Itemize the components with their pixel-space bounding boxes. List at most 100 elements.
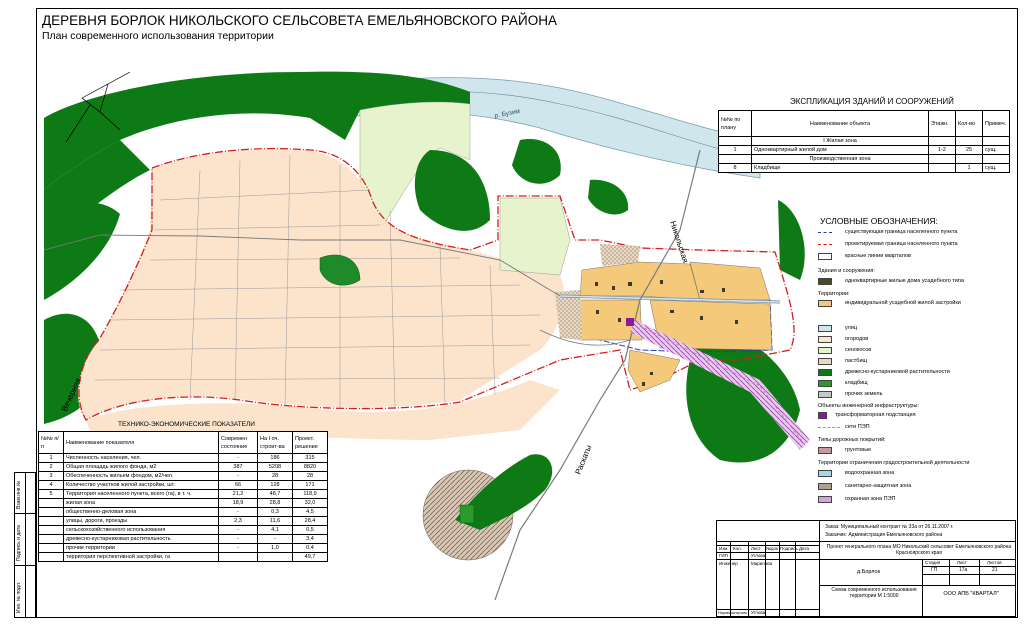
stamp-sheets: 21	[992, 567, 998, 573]
tech-header: Проект. решение	[292, 431, 328, 454]
stamp-engineer-name: Марипова	[751, 561, 773, 566]
stamp-sheet-header: Лист	[957, 560, 967, 565]
table-row: общественно-деловая зона -0,3 4,5	[38, 507, 328, 517]
side-stamp-label: Инв. № подл.	[16, 581, 22, 613]
legend-label: улиц	[845, 325, 858, 331]
tech-header: №№ п/п	[38, 431, 64, 454]
table-cell: 171	[292, 480, 328, 490]
legend-label: сети ПЭП	[845, 424, 870, 430]
table-cell: 1,0	[257, 543, 293, 553]
legend-heading: Объекты инженерной инфраструктуры:	[818, 403, 919, 409]
legend-swatch	[818, 391, 832, 398]
legend-swatch	[818, 278, 832, 285]
legend-heading: Типы дорожных покрытий:	[818, 437, 886, 443]
table-cell: 315	[292, 453, 328, 463]
table-cell	[38, 525, 64, 535]
table-cell	[38, 534, 64, 544]
legend-label: пастбищ	[845, 358, 868, 364]
table-cell: -	[257, 534, 293, 544]
table-row: 8 Кладбище 1 сущ.	[718, 163, 1010, 173]
stamp-head: Дата	[799, 546, 809, 551]
legend-heading: Здания и сооружения:	[818, 268, 875, 274]
legend-swatch	[818, 358, 832, 365]
legend-label: проектируемая граница населенного пункта	[845, 241, 958, 247]
legend-line-swatch	[818, 427, 840, 428]
legend-label: санитарно-защитная зона	[845, 483, 912, 489]
table-cell: 128	[257, 480, 293, 490]
legend-title: УСЛОВНЫЕ ОБОЗНАЧЕНИЯ:	[820, 216, 938, 226]
stamp-head: Подпись	[780, 546, 798, 551]
stamp-org: ООО АПБ "КВАРТАЛ"	[943, 591, 999, 597]
table-cell	[38, 516, 64, 526]
legend-label: огородов	[845, 336, 869, 342]
title-block: Заказ: Муниципальный контракт № 33а от 2…	[716, 520, 1016, 617]
cemetery	[459, 504, 475, 524]
tech-table: №№ п/п Наименование показателя Современ …	[38, 431, 328, 562]
table-cell: -	[218, 534, 258, 544]
legend-label: древесно-кустарниковой растительности	[845, 369, 950, 375]
stamp-stage: ГП	[931, 567, 938, 573]
legend-label: прочих земель	[845, 391, 883, 397]
explication-table: №№ по плану Наименование объекта Этажн. …	[718, 110, 1010, 173]
legend-swatch	[818, 369, 832, 376]
legend-label: грунтовые	[845, 447, 872, 453]
tech-header: Наименование показателя	[63, 431, 219, 454]
stamp-head: Кол.	[733, 546, 742, 551]
table-row: сельскохозяйственного использования -4,1 0…	[38, 525, 328, 535]
legend-swatch	[818, 496, 832, 503]
table-cell: -	[218, 453, 258, 463]
stamp-engineer: Инженер	[719, 561, 738, 566]
table-cell: 1	[38, 453, 64, 463]
table-cell: 387	[218, 462, 258, 472]
table-cell: Количество участков жилой застройки, шт.	[63, 480, 219, 490]
table-cell	[218, 552, 258, 562]
stamp-normcontrol: Нормоконтроль	[718, 610, 748, 615]
table-cell: 186	[257, 453, 293, 463]
legend-swatch	[818, 253, 832, 260]
table-cell: 21,2	[218, 489, 258, 499]
table-cell: Численность населения, чел.	[63, 453, 219, 463]
settlement-area	[78, 149, 564, 421]
table-cell: 48,7	[257, 489, 293, 499]
table-cell: 118,9	[292, 489, 328, 499]
street-label-raskaty: Раскаты	[574, 444, 594, 476]
explication-title: ЭКСПЛИКАЦИЯ ЗДАНИЙ И СООРУЖЕНИЙ	[790, 97, 954, 106]
tech-title: ТЕХНИКО-ЭКОНОМИЧЕСКИЕ ПОКАЗАТЕЛИ	[118, 421, 255, 428]
explication-section: I Жилая зона	[751, 136, 929, 146]
table-cell	[38, 552, 64, 562]
table-cell: Обеспеченность жильем фондом, м2/чел.	[63, 471, 219, 481]
table-row: 2 Общая площадь жилого фонда, м2 387 5208 88…	[38, 462, 328, 472]
table-row: древесно-кустарниковая растительность - -3…	[38, 534, 328, 544]
table-cell: 11,6	[257, 516, 293, 526]
stamp-village: д.Борлок	[857, 569, 881, 575]
legend-label: одноквартирные жилые дома усадебного тип…	[845, 278, 964, 284]
table-cell: -	[218, 525, 258, 535]
table-cell: 8820	[292, 462, 328, 472]
table-cell: 49,7	[292, 552, 328, 562]
table-cell: общественно-деловая зона	[63, 507, 219, 517]
side-stamp-label: Подпись и дата	[16, 525, 22, 561]
stamp-gip: ГИП	[719, 553, 728, 558]
stamp-project: Проект генерального плана МО Никольский …	[826, 544, 1012, 556]
stamp-customer: Заказчик: Администрация Емельяновского р…	[825, 532, 943, 538]
table-cell: Территория населенного пункта, всего (га…	[63, 489, 219, 499]
legend-line-swatch	[818, 232, 832, 233]
explication-section: Производственная зона	[751, 154, 929, 164]
table-cell: жилая зона	[63, 498, 219, 508]
stamp-head: №док	[766, 546, 778, 551]
side-stamp-label: Взам.инв.№	[16, 480, 22, 509]
legend-swatch	[818, 412, 827, 419]
legend-swatch	[818, 483, 832, 490]
table-cell: 5208	[257, 462, 293, 472]
legend-label: охранная зона ПЭП	[845, 496, 896, 502]
street-label-nikolskaya: Никольская	[668, 220, 690, 264]
table-cell: 3	[38, 471, 64, 481]
stamp-head: Изм.	[719, 546, 729, 551]
transformer-substation	[626, 318, 634, 326]
table-cell: 28,8	[257, 498, 293, 508]
legend-heading: Территории:	[818, 291, 850, 297]
table-cell	[38, 507, 64, 517]
legend-line-swatch	[818, 244, 832, 245]
table-cell: -	[218, 507, 258, 517]
table-cell: 66	[218, 480, 258, 490]
